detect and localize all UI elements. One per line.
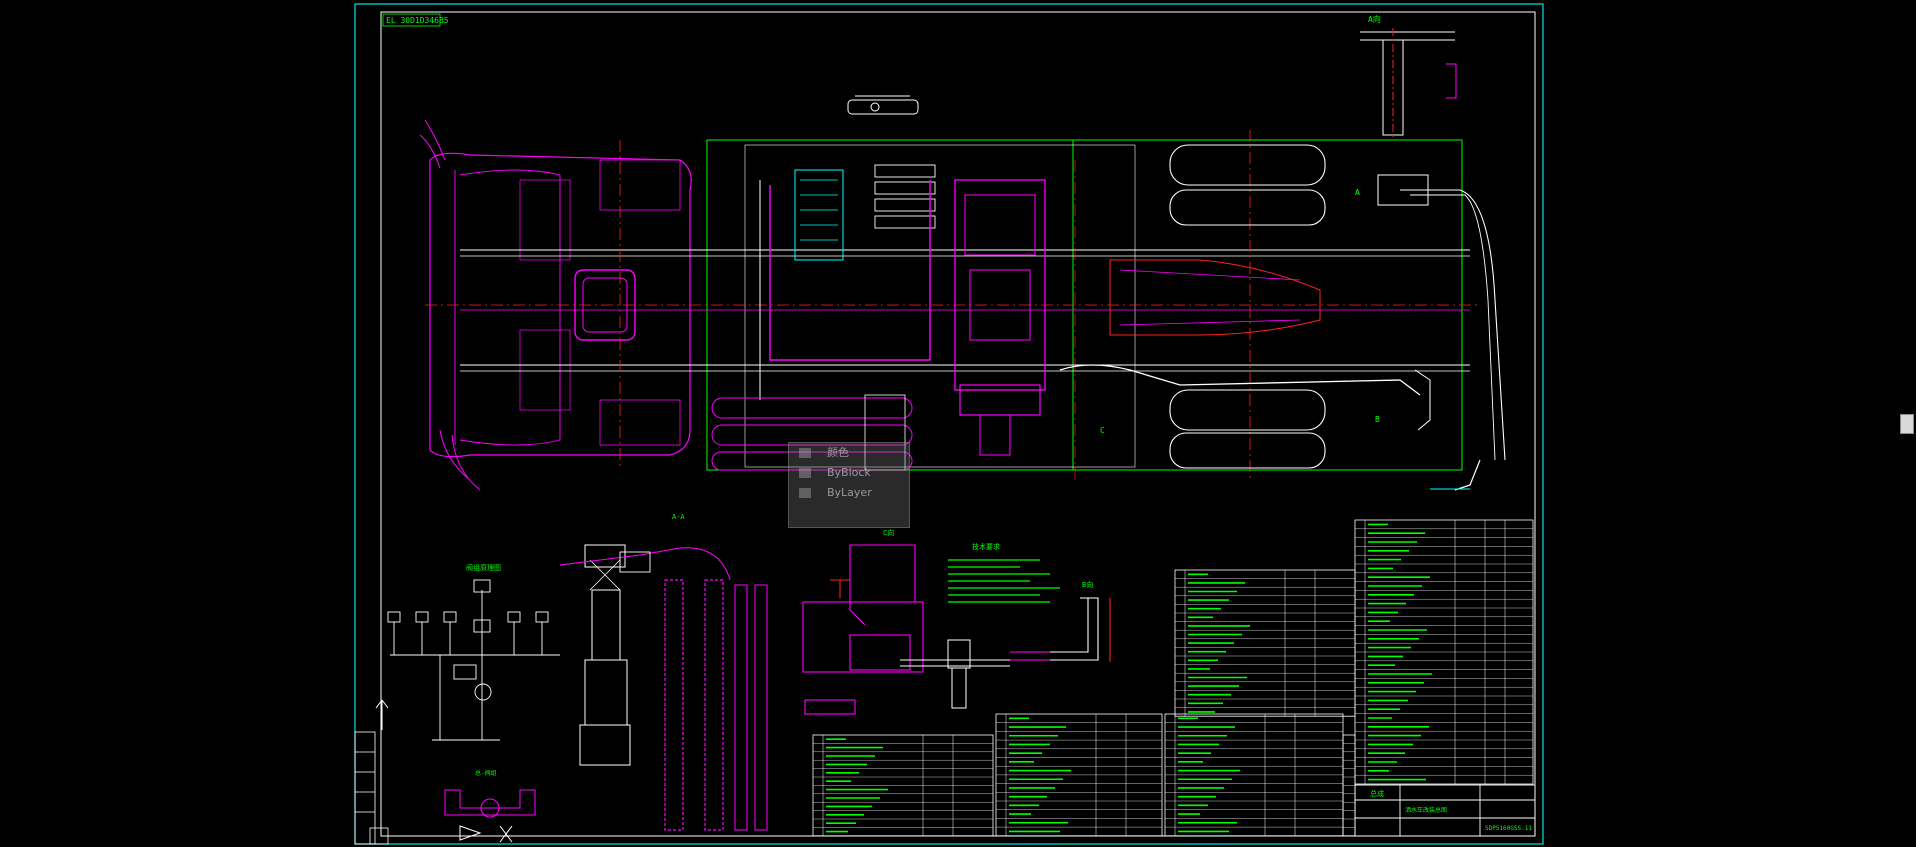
view-a-detail bbox=[1360, 28, 1457, 140]
section-aa-label: A-A bbox=[672, 513, 685, 521]
color-swatch-icon bbox=[799, 448, 811, 458]
view-b-label: B向 bbox=[1082, 580, 1093, 589]
title-block-number: SDP5160GSS.11 bbox=[1485, 825, 1532, 832]
color-swatch-icon bbox=[799, 488, 811, 498]
context-menu-item-label: 颜色 bbox=[827, 446, 849, 459]
section-aa bbox=[559, 544, 768, 831]
bottom-part-label: 总-阀组 bbox=[475, 769, 497, 777]
sheet-inner-frame bbox=[380, 11, 1536, 837]
view-c-detail bbox=[802, 544, 924, 715]
cad-drawing[interactable]: EL 30D1D34685 A B C A向 阀组原理图 总-阀组 A-A C向… bbox=[0, 0, 1916, 847]
bottom-valve-part bbox=[444, 789, 536, 818]
schematic-title: 阀组原理图 bbox=[466, 563, 501, 572]
color-context-menu[interactable]: 颜色 ByBlock ByLayer bbox=[788, 442, 910, 528]
label-a: A bbox=[1355, 188, 1360, 197]
context-menu-item[interactable]: 颜色 bbox=[789, 443, 909, 463]
title-block-name: 洒水车改装总图 bbox=[1405, 806, 1447, 814]
top-valve-detail bbox=[847, 95, 919, 115]
context-menu-item-label: ByBlock bbox=[827, 466, 871, 479]
color-swatch-icon bbox=[799, 468, 811, 478]
note-title: 技术要求 bbox=[972, 542, 1000, 551]
label-c: C bbox=[1100, 426, 1105, 435]
stamp-text: EL 30D1D34685 bbox=[386, 16, 449, 25]
valve-schematic bbox=[387, 579, 560, 741]
cad-viewport[interactable]: EL 30D1D34685 A B C A向 阀组原理图 总-阀组 A-A C向… bbox=[0, 0, 1916, 847]
context-menu-item[interactable]: ByLayer bbox=[789, 483, 909, 503]
note-lines bbox=[948, 559, 1060, 603]
view-a-label: A向 bbox=[1368, 14, 1381, 24]
left-revision-strip bbox=[354, 731, 389, 845]
scrollbar-thumb[interactable] bbox=[1900, 414, 1914, 434]
title-block-company: 总成 bbox=[1370, 789, 1384, 798]
context-menu-item-label: ByLayer bbox=[827, 486, 872, 499]
context-menu-item[interactable]: ByBlock bbox=[789, 463, 909, 483]
chassis-top-view: A B C bbox=[419, 119, 1506, 491]
view-b-detail bbox=[1010, 597, 1111, 662]
filter-assembly bbox=[900, 639, 1010, 709]
label-b: B bbox=[1375, 415, 1380, 424]
view-c-label: C向 bbox=[883, 528, 894, 537]
